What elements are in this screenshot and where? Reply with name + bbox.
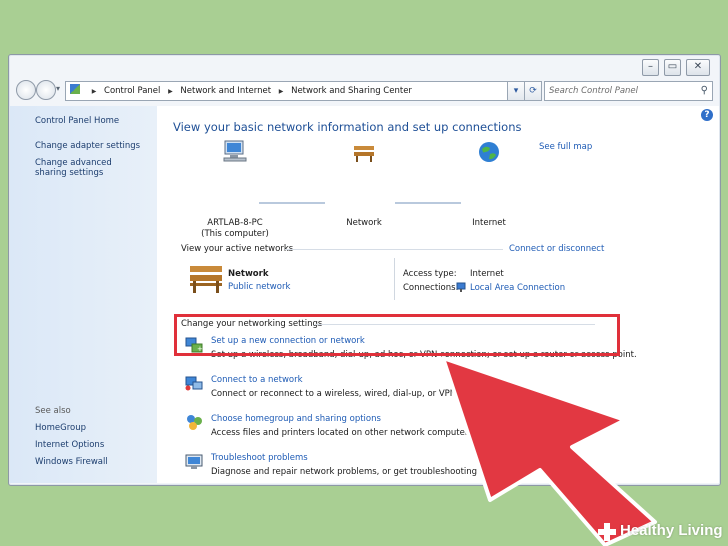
breadcrumb-control-panel[interactable]: Control Panel xyxy=(104,82,160,100)
close-button[interactable]: ✕ xyxy=(686,59,710,76)
troubleshoot-icon xyxy=(185,454,203,469)
breadcrumb-network-and-internet[interactable]: Network and Internet xyxy=(180,82,271,100)
computer-icon xyxy=(223,140,247,162)
address-field[interactable]: ▶ Control Panel ▶ Network and Internet ▶… xyxy=(65,81,527,101)
internet-globe-icon xyxy=(479,142,499,162)
troubleshoot-desc: Diagnose and repair network problems, or… xyxy=(211,467,532,477)
network-sharing-center-window: – ▭ ✕ ▾ ▶ Control Panel ▶ Network and In… xyxy=(8,54,721,486)
see-full-map-link[interactable]: See full map xyxy=(539,142,592,152)
sidebar-homegroup[interactable]: HomeGroup xyxy=(35,423,86,433)
troubleshoot-link[interactable]: Troubleshoot problems xyxy=(211,453,308,463)
search-input[interactable]: Search Control Panel ⚲ xyxy=(544,81,713,101)
watermark-text: Healthy Living xyxy=(620,522,723,539)
map-connection-line xyxy=(259,202,325,204)
connect-to-network-link[interactable]: Connect to a network xyxy=(211,375,303,385)
computer-name: ARTLAB-8-PC xyxy=(207,218,263,228)
breadcrumb-network-sharing-center[interactable]: Network and Sharing Center xyxy=(291,82,412,100)
connect-network-icon xyxy=(185,376,203,391)
see-also-heading: See also xyxy=(35,406,71,416)
active-networks-heading: View your active networks xyxy=(181,244,294,254)
homegroup-sharing-link[interactable]: Choose homegroup and sharing options xyxy=(211,414,381,424)
breadcrumb-separator-icon[interactable]: ▶ xyxy=(168,83,173,100)
homegroup-icon xyxy=(187,415,202,430)
sidebar: Control Panel Home Change adapter settin… xyxy=(10,106,157,483)
vertical-divider xyxy=(394,258,395,300)
highlight-box xyxy=(174,314,620,356)
homegroup-sharing-desc: Access files and printers located on oth… xyxy=(211,428,595,438)
connect-or-disconnect-link[interactable]: Connect or disconnect xyxy=(509,244,604,254)
section-divider xyxy=(285,249,503,250)
access-type-value: Internet xyxy=(470,269,504,279)
sidebar-control-panel-home[interactable]: Control Panel Home xyxy=(35,116,119,126)
network-bench-icon xyxy=(190,266,222,293)
maximize-button[interactable]: ▭ xyxy=(664,59,681,76)
map-internet-label: Internet xyxy=(472,218,506,228)
sidebar-windows-firewall[interactable]: Windows Firewall xyxy=(35,457,108,467)
active-network-name: Network xyxy=(228,269,269,279)
healthy-living-logo-icon xyxy=(598,523,616,541)
network-bench-icon xyxy=(354,146,374,162)
ethernet-icon xyxy=(456,282,466,292)
breadcrumb-separator-icon[interactable]: ▶ xyxy=(92,83,97,100)
watermark: Healthy Living xyxy=(592,518,728,546)
help-icon[interactable]: ? xyxy=(701,109,713,121)
search-icon[interactable]: ⚲ xyxy=(701,82,708,100)
computer-sub: (This computer) xyxy=(201,229,269,239)
connect-to-network-desc: Connect or reconnect to a wireless, wire… xyxy=(211,389,546,399)
main-content: ? View your basic network information an… xyxy=(157,106,719,483)
map-network-label: Network xyxy=(346,218,382,228)
public-network-link[interactable]: Public network xyxy=(228,282,290,292)
back-button[interactable] xyxy=(16,80,36,100)
map-connection-line xyxy=(395,202,461,204)
address-dropdown-button[interactable]: ▾ xyxy=(507,81,525,101)
refresh-button[interactable]: ⟳ xyxy=(524,81,542,101)
address-bar: ▾ ▶ Control Panel ▶ Network and Internet… xyxy=(9,78,720,106)
title-bar: – ▭ ✕ xyxy=(9,55,720,77)
access-type-label: Access type: xyxy=(403,269,457,279)
sidebar-change-adapter-settings[interactable]: Change adapter settings xyxy=(35,141,140,151)
breadcrumb-separator-icon[interactable]: ▶ xyxy=(279,83,284,100)
local-area-connection-link[interactable]: Local Area Connection xyxy=(470,283,565,293)
page-title: View your basic network information and … xyxy=(173,120,522,134)
minimize-button[interactable]: – xyxy=(642,59,659,76)
history-dropdown-icon[interactable]: ▾ xyxy=(56,84,60,93)
sidebar-change-advanced-sharing[interactable]: Change advanced sharing settings xyxy=(35,158,145,178)
control-panel-icon xyxy=(70,84,80,94)
sidebar-internet-options[interactable]: Internet Options xyxy=(35,440,104,450)
connections-label: Connections: xyxy=(403,283,459,293)
forward-button[interactable] xyxy=(36,80,56,100)
search-placeholder: Search Control Panel xyxy=(549,86,639,96)
